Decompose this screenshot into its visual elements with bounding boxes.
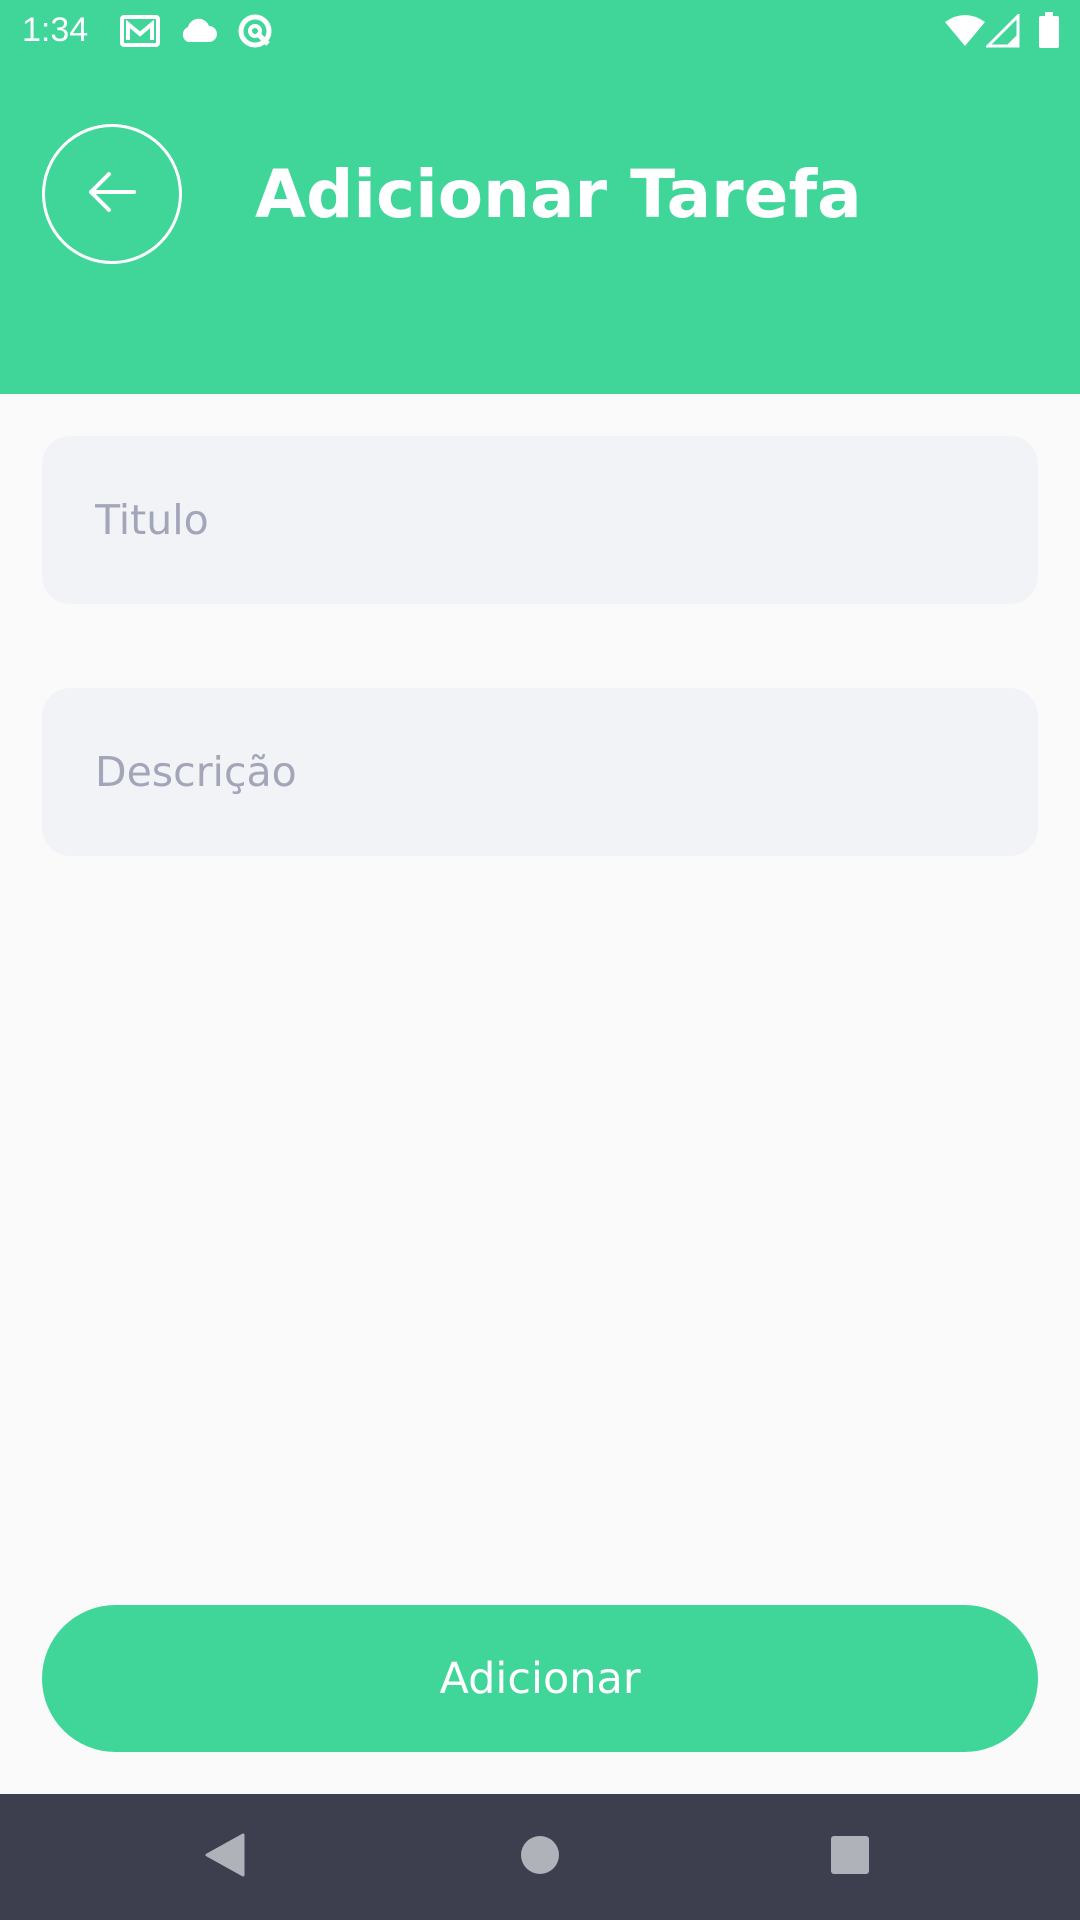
gmail-icon	[120, 14, 160, 53]
nav-back-button[interactable]	[193, 1824, 259, 1890]
recents-square-icon	[830, 1835, 870, 1880]
cloud-icon	[178, 18, 218, 49]
header: 1:34 Adicionar Tarefa	[0, 0, 1080, 394]
add-task-button[interactable]: Adicionar	[42, 1605, 1038, 1752]
back-triangle-icon	[203, 1832, 249, 1883]
status-bar: 1:34	[0, 0, 1080, 64]
description-input[interactable]	[42, 688, 1038, 856]
page-title: Adicionar Tarefa	[255, 156, 862, 233]
battery-icon	[1038, 12, 1060, 53]
nav-recents-button[interactable]	[817, 1824, 883, 1890]
back-button[interactable]	[42, 124, 182, 264]
status-time: 1:34	[22, 11, 89, 49]
title-input[interactable]	[42, 436, 1038, 604]
assistant-icon	[236, 12, 274, 55]
add-task-button-label: Adicionar	[439, 1653, 641, 1704]
home-circle-icon	[519, 1834, 561, 1881]
wifi-icon	[944, 14, 986, 53]
arrow-left-icon	[87, 170, 137, 219]
add-task-screen: 1:34 Adicionar Tarefa Titulo Descrição A…	[0, 0, 1080, 1920]
signal-icon	[984, 12, 1020, 53]
nav-home-button[interactable]	[507, 1824, 573, 1890]
system-nav-bar	[0, 1794, 1080, 1920]
